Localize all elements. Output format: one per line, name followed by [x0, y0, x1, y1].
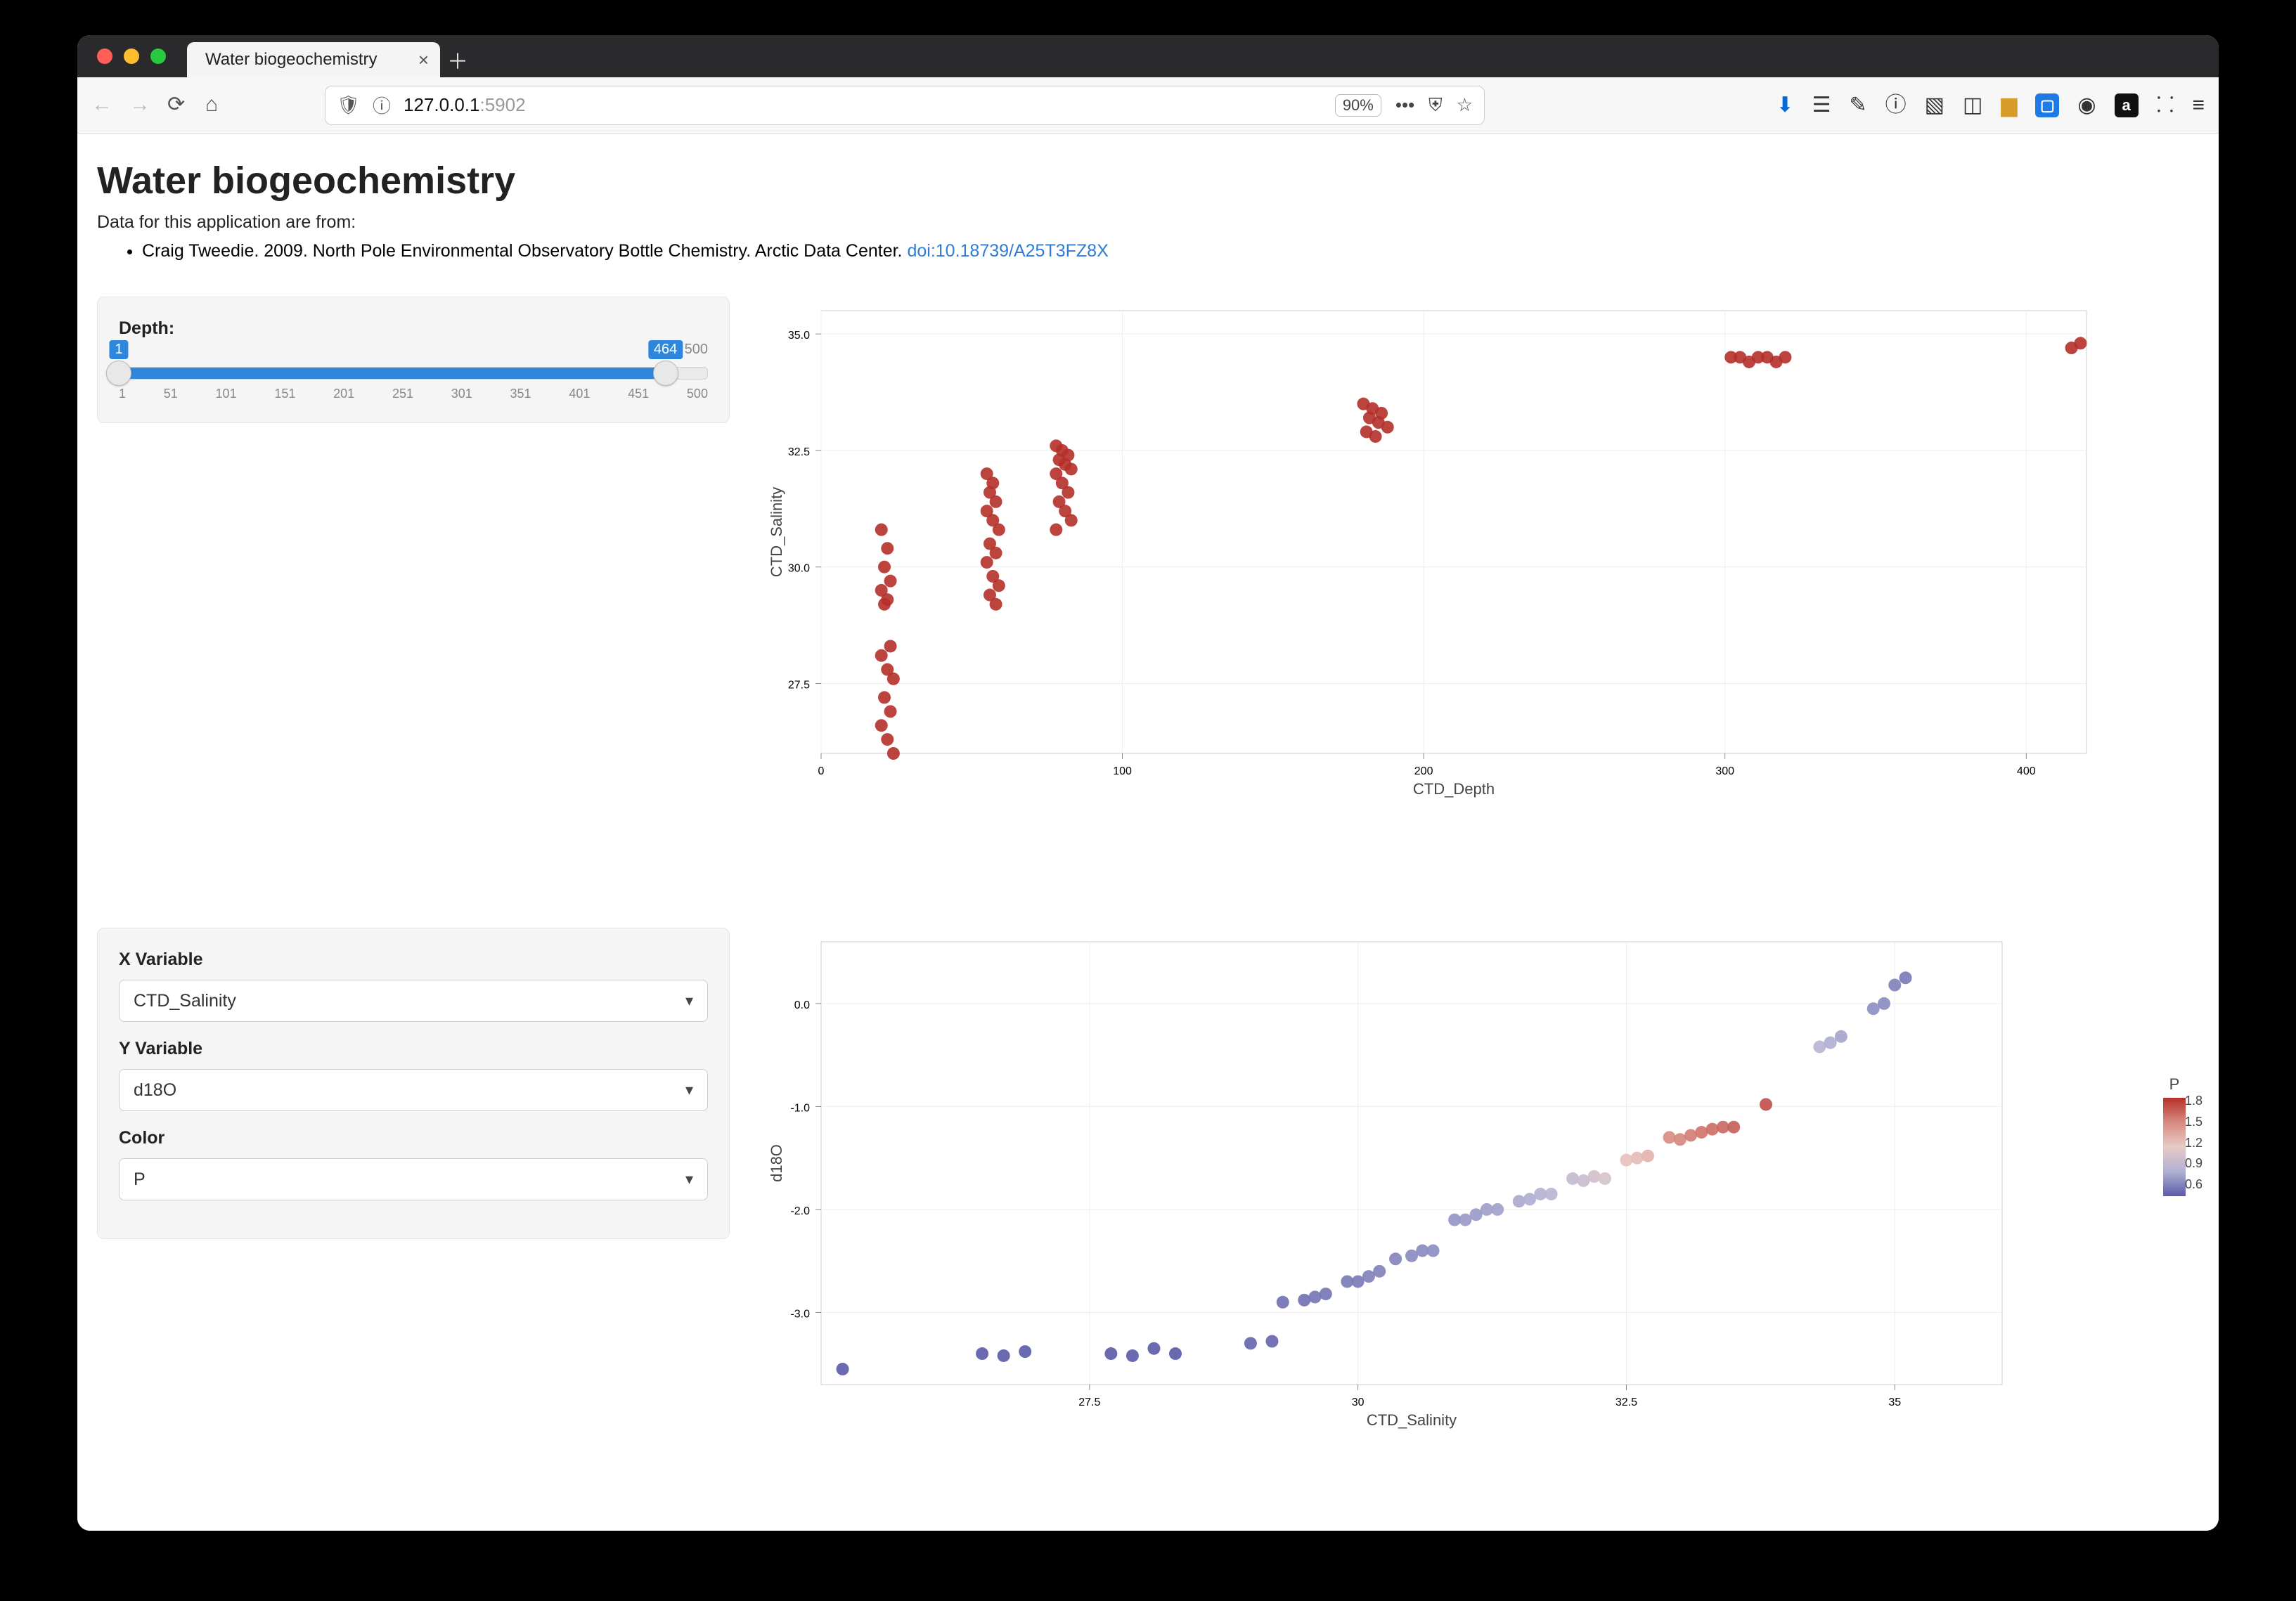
slider-high-value: 464 — [648, 340, 683, 359]
maximize-window-button[interactable] — [150, 48, 166, 64]
svg-text:0: 0 — [818, 765, 825, 777]
slider-handle-high[interactable] — [653, 361, 678, 386]
legend-ticks: 1.81.51.20.90.6 — [2185, 1094, 2203, 1192]
home-button[interactable]: ⌂ — [205, 94, 228, 117]
slider-handle-low[interactable] — [106, 361, 131, 386]
color-select[interactable]: P ▾ — [119, 1158, 708, 1200]
chevron-down-icon: ▾ — [685, 1081, 693, 1099]
svg-text:27.5: 27.5 — [1078, 1396, 1100, 1408]
extension-4-icon[interactable]: ▢ — [2035, 93, 2059, 117]
reload-button[interactable]: ⟳ — [167, 94, 190, 117]
svg-text:35.0: 35.0 — [788, 330, 810, 342]
library-icon[interactable]: ☰ — [1812, 95, 1831, 116]
side-panel-icon[interactable]: ◫ — [1963, 95, 1982, 116]
chart-depth-salinity: 0 100 200 300 400 27.5 30.0 32.5 35.0 CTD_Depth CT… — [765, 297, 2199, 893]
yvar-label: Y Variable — [119, 1039, 708, 1059]
forward-button[interactable]: → — [129, 94, 152, 117]
chevron-down-icon: ▾ — [685, 1170, 693, 1188]
citation-link[interactable]: doi:10.18739/A25T3FZ8X — [907, 241, 1108, 261]
svg-text:100: 100 — [1113, 765, 1132, 777]
addons-icon[interactable]: ⸬ — [2157, 95, 2174, 116]
info-icon[interactable]: ⓘ — [373, 92, 391, 118]
svg-text:-1.0: -1.0 — [790, 1102, 810, 1114]
xvar-select[interactable]: CTD_Salinity ▾ — [119, 980, 708, 1022]
window-controls — [97, 35, 166, 77]
page-content: Water biogeochemistry Data for this appl… — [77, 134, 2219, 1531]
depth-slider[interactable]: 1 464 500 151101151201251301351401451500 — [119, 367, 708, 401]
svg-text:CTD_Salinity: CTD_Salinity — [1367, 1411, 1457, 1429]
extension-icons: ⬇ ☰ ✎ ⓘ ▧ ◫ ▆ ▢ ◉ a ⸬ ≡ — [1776, 93, 2205, 117]
reader-icon[interactable]: ⛨ — [1428, 94, 1443, 117]
url-host: 127.0.0.1 — [404, 94, 479, 115]
new-tab-button[interactable]: ＋ — [440, 42, 475, 77]
svg-text:-2.0: -2.0 — [790, 1205, 810, 1217]
svg-text:35: 35 — [1888, 1396, 1901, 1408]
slider-ticks: 151101151201251301351401451500 — [119, 387, 708, 401]
zoom-badge[interactable]: 90% — [1335, 94, 1381, 117]
shield-icon[interactable]: 🛡 — [337, 94, 360, 116]
chevron-down-icon: ▾ — [685, 992, 693, 1010]
svg-text:300: 300 — [1715, 765, 1734, 777]
slider-low-value: 1 — [109, 340, 128, 359]
svg-text:32.5: 32.5 — [788, 446, 810, 458]
legend-gradient — [2163, 1098, 2186, 1196]
chart-salinity-d18o: 27.5 30 32.5 35 -3.0 -2.0 -1.0 0.0 CTD_Salinity d… — [765, 928, 2199, 1524]
legend-title: P — [2143, 1075, 2206, 1094]
svg-text:32.5: 32.5 — [1615, 1396, 1637, 1408]
color-label: Color — [119, 1128, 708, 1148]
yvar-select[interactable]: d18O ▾ — [119, 1069, 708, 1111]
color-legend: P 1.81.51.20.90.6 — [2143, 1075, 2206, 1196]
browser-window: Water biogeochemistry × ＋ ← → ⟳ ⌂ 🛡 ⓘ 12… — [77, 35, 2219, 1531]
browser-tab[interactable]: Water biogeochemistry × — [187, 42, 440, 77]
account-icon[interactable]: ◉ — [2077, 95, 2096, 116]
tab-bar: Water biogeochemistry × ＋ — [77, 35, 2219, 77]
folder-icon[interactable]: ▆ — [2001, 95, 2017, 116]
depth-panel: Depth: 1 464 500 15110115120125130135140… — [97, 297, 730, 423]
svg-text:30.0: 30.0 — [788, 563, 810, 575]
depth-label: Depth: — [119, 318, 708, 339]
page-title: Water biogeochemistry — [97, 159, 2199, 202]
close-window-button[interactable] — [97, 48, 112, 64]
color-value: P — [134, 1169, 146, 1190]
url-bar[interactable]: 🛡 ⓘ 127.0.0.1:5902 90% ••• ⛨ ☆ — [325, 86, 1485, 125]
more-icon[interactable]: ••• — [1395, 94, 1414, 116]
xvar-value: CTD_Salinity — [134, 991, 236, 1011]
download-icon[interactable]: ⬇ — [1776, 95, 1793, 116]
url-port: :5902 — [479, 94, 525, 115]
tab-title: Water biogeochemistry — [205, 50, 378, 70]
menu-icon[interactable]: ≡ — [2192, 95, 2205, 116]
extension-1-icon[interactable]: ✎ — [1849, 95, 1866, 116]
nav-controls: ← → ⟳ ⌂ — [91, 94, 316, 117]
svg-text:d18O: d18O — [768, 1144, 785, 1182]
svg-text:CTD_Salinity: CTD_Salinity — [768, 487, 785, 577]
intro-text: Data for this application are from: — [97, 212, 2199, 233]
citation-item: Craig Tweedie. 2009. North Pole Environm… — [142, 241, 2199, 261]
svg-text:200: 200 — [1414, 765, 1433, 777]
svg-text:CTD_Depth: CTD_Depth — [1413, 780, 1495, 798]
url-toolbar: ← → ⟳ ⌂ 🛡 ⓘ 127.0.0.1:5902 90% ••• ⛨ ☆ — [77, 77, 2219, 134]
svg-text:0.0: 0.0 — [794, 999, 810, 1011]
svg-text:30: 30 — [1352, 1396, 1365, 1408]
bookmark-star-icon[interactable]: ☆ — [1457, 94, 1473, 116]
extension-3-icon[interactable]: ▧ — [1925, 95, 1944, 116]
svg-text:27.5: 27.5 — [788, 680, 810, 692]
svg-text:400: 400 — [2017, 765, 2036, 777]
citation-text: Craig Tweedie. 2009. North Pole Environm… — [142, 241, 907, 261]
minimize-window-button[interactable] — [124, 48, 139, 64]
xvar-label: X Variable — [119, 949, 708, 970]
close-tab-icon[interactable]: × — [418, 49, 429, 71]
extension-2-icon[interactable]: ⓘ — [1885, 95, 1907, 116]
slider-max-label: 500 — [685, 342, 708, 358]
back-button[interactable]: ← — [91, 94, 114, 117]
svg-text:-3.0: -3.0 — [790, 1308, 810, 1320]
variable-panel: X Variable CTD_Salinity ▾ Y Variable d18… — [97, 928, 730, 1239]
yvar-value: d18O — [134, 1080, 176, 1101]
extension-5-icon[interactable]: a — [2115, 93, 2139, 117]
